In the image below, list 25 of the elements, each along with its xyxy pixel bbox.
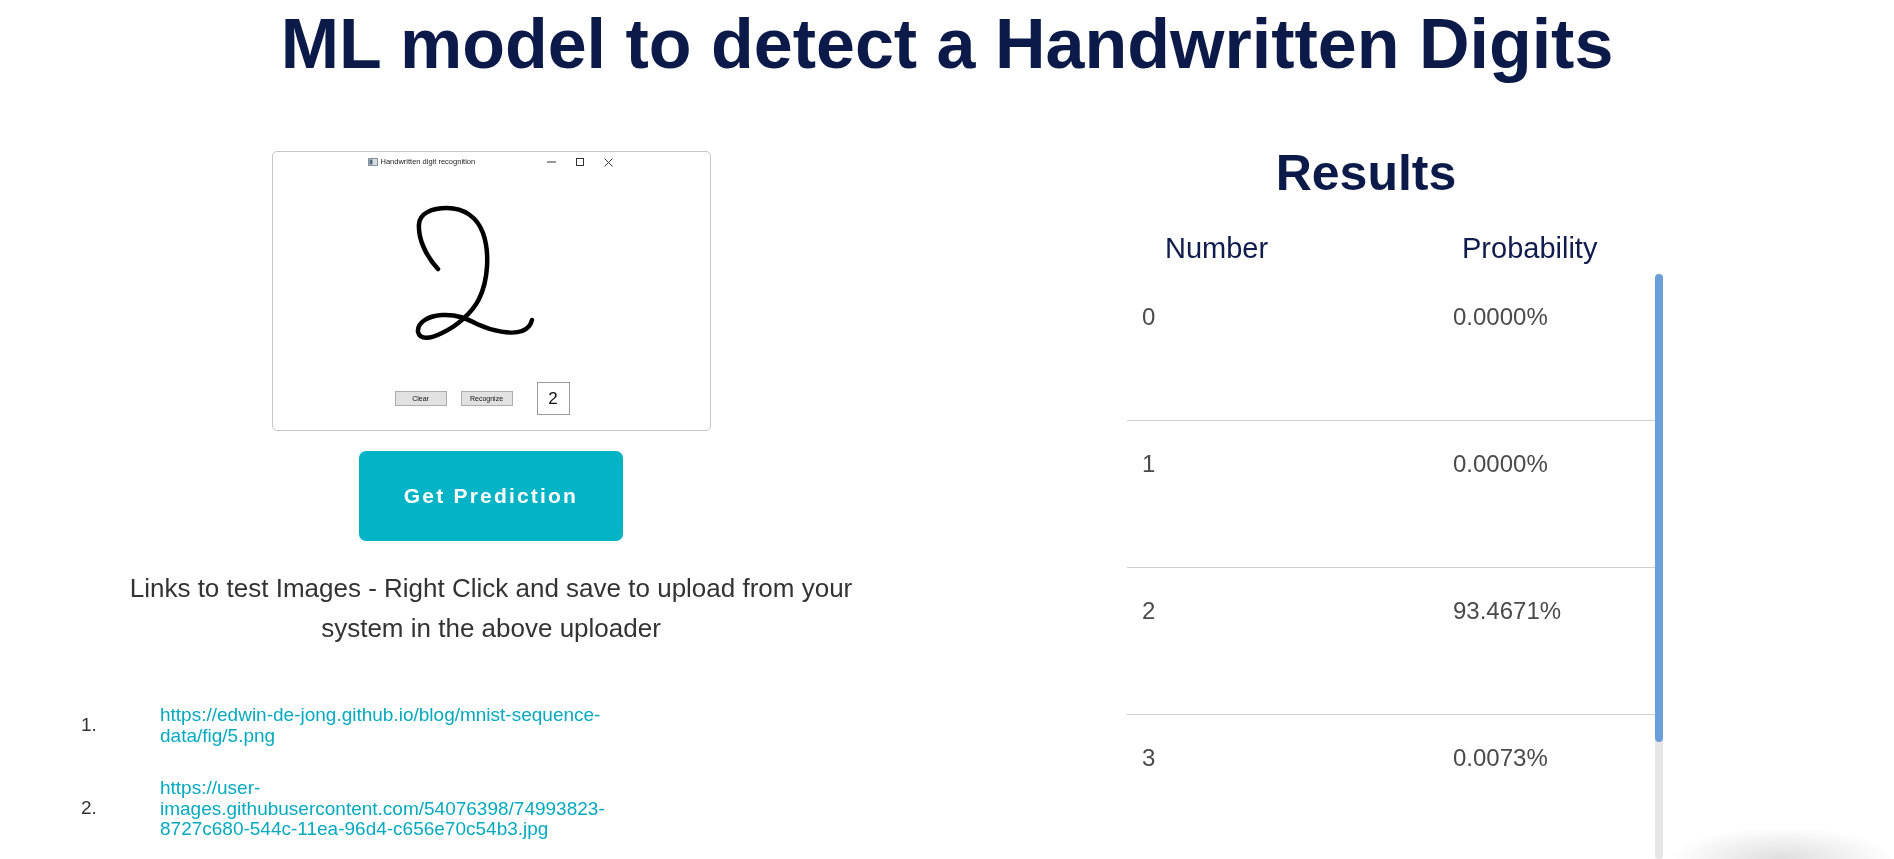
probability-cell: 0.0000% — [1453, 303, 1548, 332]
digit-cell: 3 — [1142, 744, 1156, 773]
column-header: Number — [1165, 231, 1269, 266]
probability-cell: 0.0000% — [1453, 450, 1548, 479]
prediction-result: 2 — [536, 382, 570, 415]
minimize-icon[interactable] — [546, 161, 556, 163]
probability-cell: 0.0073% — [1453, 744, 1548, 773]
maximize-icon[interactable] — [575, 158, 584, 166]
column-header: Probability — [1462, 231, 1598, 266]
image-link[interactable]: https://user-images.githubusercontent.com/54076398/74993823-8727c680-544c-11ea-96d4-c656e70c54b3.jpg — [160, 778, 650, 840]
scrollbar-track[interactable] — [1655, 274, 1663, 859]
digit-cell: 0 — [1142, 303, 1156, 332]
instructions-text: Links to test Images - Right Click and save to upload from your system in the above uploader — [128, 572, 854, 645]
image-link[interactable]: https://edwin-de-jong.github.io/blog/mnist-sequence-data/fig/5.png — [160, 705, 650, 746]
list-number: 2. — [81, 796, 97, 818]
window-icon — [367, 158, 378, 166]
page-title: ML model to detect a Handwritten Digits — [279, 4, 1615, 85]
scrollbar-thumb[interactable] — [1655, 274, 1663, 742]
list-number: 1. — [81, 713, 97, 735]
digit-cell: 2 — [1142, 597, 1156, 626]
digit-cell: 1 — [1142, 450, 1156, 479]
get-prediction-button[interactable]: Get Prediction — [359, 451, 623, 541]
probability-cell: 93.4671% — [1453, 597, 1562, 626]
results-title: Results — [1274, 144, 1458, 203]
close-icon[interactable] — [603, 157, 613, 167]
